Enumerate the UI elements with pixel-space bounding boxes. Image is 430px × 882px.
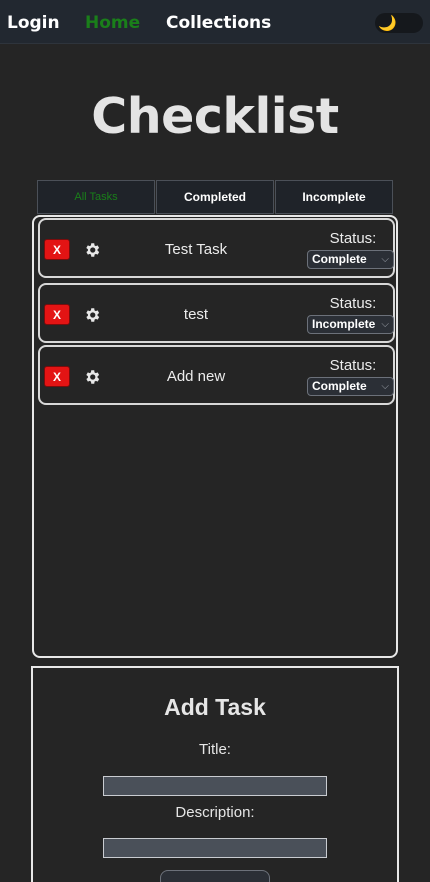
status-select[interactable]: Complete ⌵ xyxy=(307,250,394,269)
status-label: Status: xyxy=(329,357,377,374)
nav-home-link[interactable]: Home xyxy=(85,13,140,33)
page-title: Checklist xyxy=(91,88,339,145)
delete-task-button[interactable]: X xyxy=(44,304,70,325)
task-title: Add new xyxy=(166,368,226,385)
add-task-submit-button[interactable] xyxy=(160,870,270,882)
task-row: X Test Task Status: Complete ⌵ xyxy=(38,218,395,278)
task-title: test xyxy=(183,306,209,323)
title-input[interactable] xyxy=(103,776,327,796)
gear-icon[interactable] xyxy=(83,306,101,324)
add-task-heading: Add Task xyxy=(164,694,266,720)
task-row: X Add new Status: Complete ⌵ xyxy=(38,345,395,405)
status-value: Complete xyxy=(312,379,367,393)
status-label: Status: xyxy=(329,295,377,312)
task-row: X test Status: Incomplete ⌵ xyxy=(38,283,395,343)
tab-all-tasks[interactable]: All Tasks xyxy=(37,180,155,214)
chevron-down-icon: ⌵ xyxy=(381,254,389,265)
description-label: Description: xyxy=(175,804,255,821)
top-navbar: Login Home Collections 🌙 xyxy=(0,0,430,44)
status-select[interactable]: Incomplete ⌵ xyxy=(307,315,394,334)
description-input[interactable] xyxy=(103,838,327,858)
chevron-down-icon: ⌵ xyxy=(381,319,389,330)
delete-task-button[interactable]: X xyxy=(44,239,70,260)
status-value: Complete xyxy=(312,252,367,266)
chevron-down-icon: ⌵ xyxy=(381,381,389,392)
delete-task-button[interactable]: X xyxy=(44,366,70,387)
moon-icon: 🌙 xyxy=(378,14,397,32)
task-title: Test Task xyxy=(164,241,228,258)
status-select[interactable]: Complete ⌵ xyxy=(307,377,394,396)
status-label: Status: xyxy=(329,230,377,247)
status-value: Incomplete xyxy=(312,317,376,331)
tab-incomplete[interactable]: Incomplete xyxy=(275,180,393,214)
nav-login-link[interactable]: Login xyxy=(7,13,60,33)
theme-toggle[interactable]: 🌙 xyxy=(375,13,423,33)
task-list: X Test Task Status: Complete ⌵ X test St… xyxy=(32,215,398,658)
title-label: Title: xyxy=(199,741,231,758)
add-task-panel: Add Task Title: Description: xyxy=(31,666,399,882)
tab-completed[interactable]: Completed xyxy=(156,180,274,214)
gear-icon[interactable] xyxy=(83,368,101,386)
nav-collections-link[interactable]: Collections xyxy=(166,13,271,33)
gear-icon[interactable] xyxy=(83,241,101,259)
